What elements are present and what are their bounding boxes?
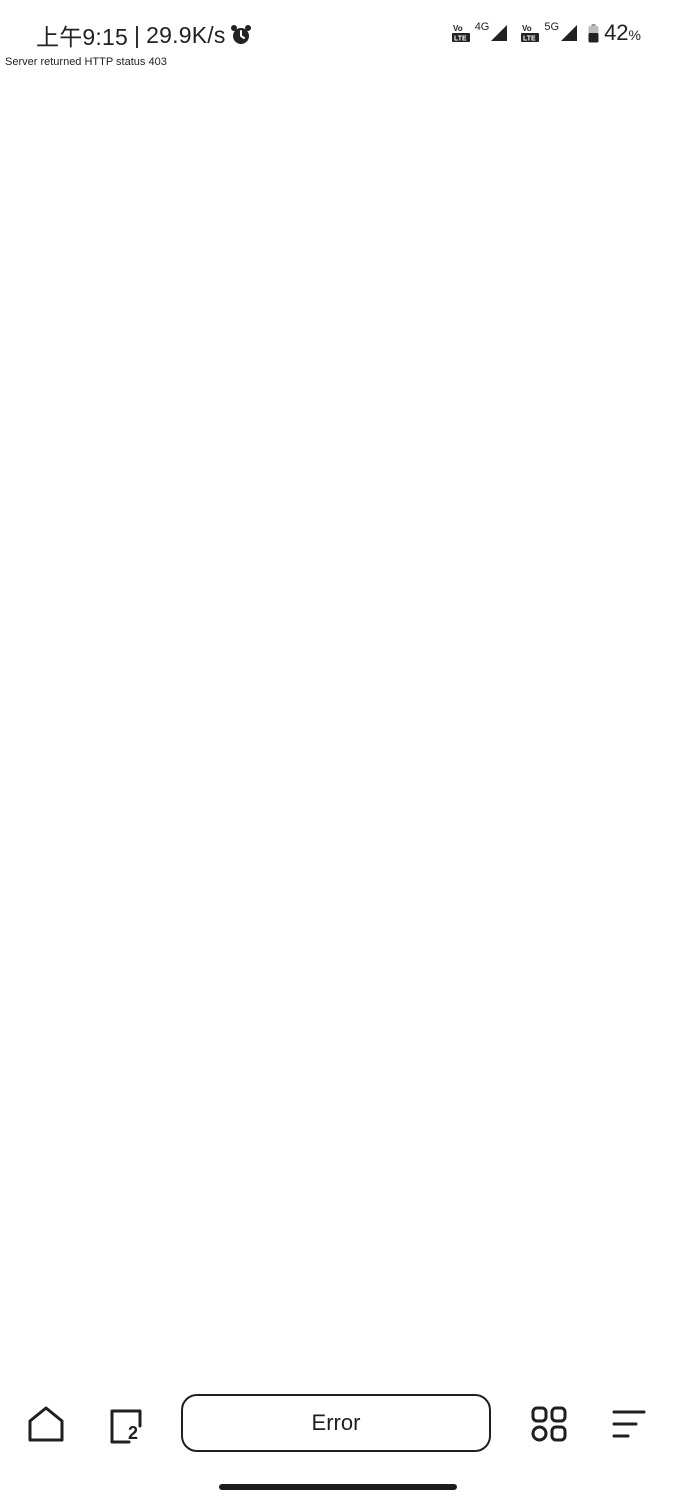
address-bar[interactable]: Error [181,1394,491,1452]
tab-count: 2 [127,1423,138,1443]
home-icon [26,1404,66,1449]
status-left: 上午9:15 | 29.9K/s [36,18,252,52]
status-right: Vo LTE 4G Vo LTE 5G 42% [451,20,641,46]
battery-icon [588,23,599,43]
bottom-toolbar: 2 Error [0,1390,675,1460]
status-bar: 上午9:15 | 29.9K/s Vo LTE 4G Vo LTE 5G 42% [0,0,675,56]
status-separator: | [133,21,141,48]
home-button[interactable] [22,1402,70,1450]
cellular-signal-icon [560,24,578,42]
alarm-clock-icon [230,24,252,46]
volte-lte-icon: Vo LTE [520,23,540,43]
svg-text:Vo: Vo [522,24,532,33]
svg-text:Vo: Vo [453,24,463,33]
home-indicator[interactable] [219,1484,457,1490]
sim2-network-type: 5G [544,21,560,33]
apps-button[interactable] [525,1402,573,1450]
menu-lines-icon [609,1404,649,1449]
svg-text:LTE: LTE [454,36,467,43]
menu-button[interactable] [605,1402,653,1450]
error-message: Server returned HTTP status 403 [5,56,167,68]
apps-grid-icon [529,1404,569,1449]
network-speed: 29.9K/s [146,21,226,48]
battery-level: 42% [604,20,641,45]
svg-text:LTE: LTE [523,36,536,43]
tabs-icon: 2 [105,1406,145,1446]
address-bar-label: Error [311,1410,361,1435]
volte-lte-icon: Vo LTE [451,23,471,43]
tabs-button[interactable]: 2 [101,1402,149,1450]
clock: 上午9:15 [36,24,128,50]
cellular-signal-icon [490,24,508,42]
sim1-network-type: 4G [474,21,490,33]
